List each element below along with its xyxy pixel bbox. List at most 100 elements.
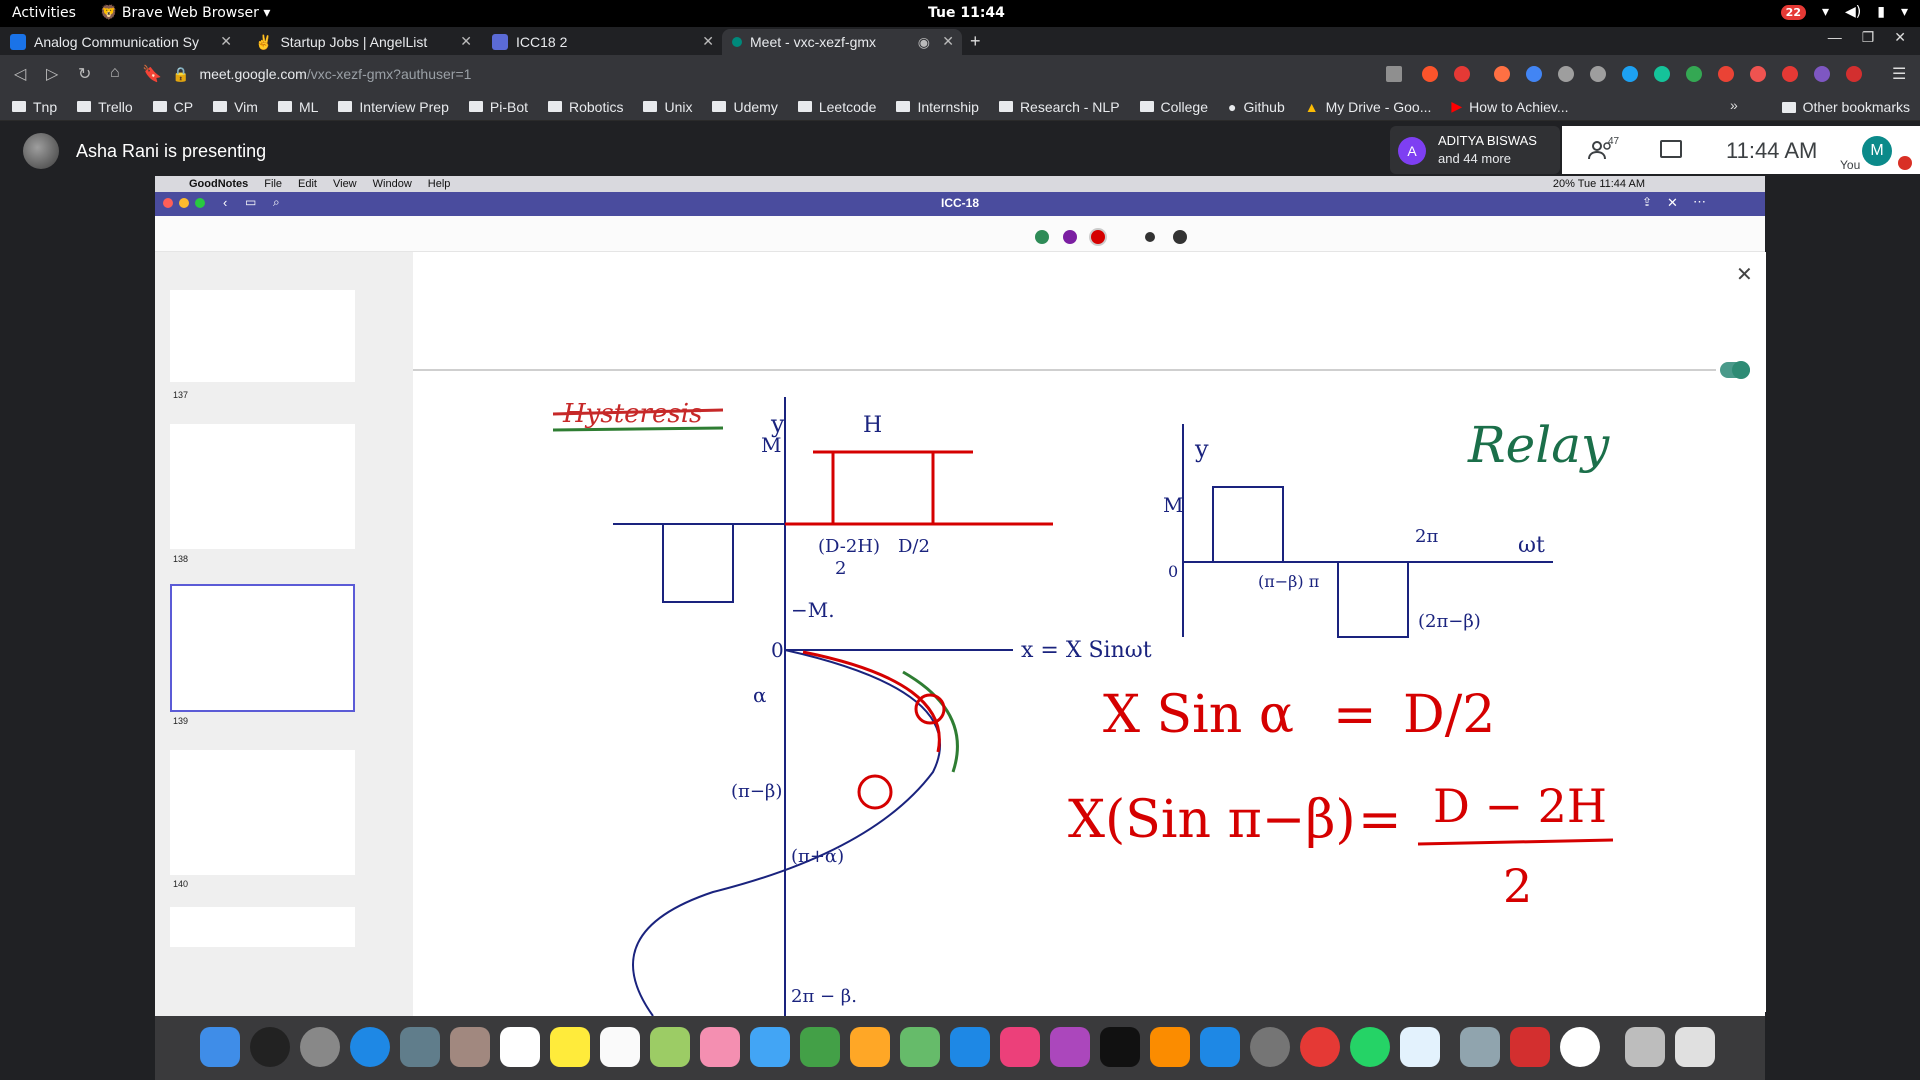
- app-menu[interactable]: 🦁 Brave Web Browser ▾: [100, 5, 270, 21]
- relay-m-label: M: [1163, 493, 1183, 517]
- bookmark-unix[interactable]: Unix: [643, 99, 692, 115]
- apple-tv-icon: [1100, 1027, 1140, 1067]
- extension-icon[interactable]: [1526, 66, 1542, 82]
- camera-icon[interactable]: [1386, 66, 1402, 82]
- close-panel-icon[interactable]: ✕: [1736, 262, 1753, 287]
- acrobat-icon: [1510, 1027, 1550, 1067]
- close-tab-icon[interactable]: ✕: [220, 33, 232, 50]
- bookmark-college[interactable]: College: [1139, 99, 1208, 115]
- minimize-icon[interactable]: —: [1828, 29, 1842, 46]
- extension-icon[interactable]: [1494, 66, 1510, 82]
- chat-icon[interactable]: [1660, 140, 1682, 158]
- mic-muted-icon: [1898, 156, 1912, 170]
- tab-meet[interactable]: Meet - vxc-xezf-gmx ◉ ✕: [722, 29, 962, 55]
- bookmark-trello[interactable]: Trello: [77, 99, 133, 115]
- page-number: 138: [173, 554, 189, 564]
- extension-icon[interactable]: [1686, 66, 1702, 82]
- bookmark-label: Github: [1243, 98, 1285, 115]
- url-host: meet.google.com: [199, 66, 307, 82]
- page-number: 137: [173, 390, 189, 400]
- bookmark-pi-bot[interactable]: Pi-Bot: [468, 99, 528, 115]
- address-bar[interactable]: 🔒 meet.google.com/vxc-xezf-gmx?authuser=…: [172, 62, 1402, 86]
- close-window-icon[interactable]: ✕: [1894, 29, 1906, 46]
- close-tab-icon[interactable]: ✕: [702, 33, 714, 50]
- extension-icon[interactable]: [1558, 66, 1574, 82]
- activities-button[interactable]: Activities: [12, 5, 76, 21]
- bookmark-icon[interactable]: 🔖: [142, 64, 162, 84]
- extension-icon[interactable]: [1718, 66, 1734, 82]
- bookmark-my-drive[interactable]: ▲ My Drive - Goo...: [1305, 99, 1432, 115]
- preview-icon: [1460, 1027, 1500, 1067]
- presenter-avatar: [23, 133, 59, 169]
- trash-icon: [1675, 1027, 1715, 1067]
- mac-menu-file: File: [264, 178, 283, 190]
- tab-icc18[interactable]: ICC18 2 ✕: [482, 29, 722, 55]
- numbers-icon: [900, 1027, 940, 1067]
- battery-icon: ▮: [1877, 4, 1885, 20]
- back-icon[interactable]: ◁: [14, 64, 26, 84]
- extension-icon[interactable]: [1846, 66, 1862, 82]
- bookmark-ml[interactable]: ML: [277, 99, 318, 115]
- bookmark-cp[interactable]: CP: [152, 99, 193, 115]
- bookmark-tnp[interactable]: Tnp: [12, 99, 57, 115]
- app-menu-label: Brave Web Browser: [121, 5, 259, 21]
- system-tray[interactable]: 22 ▾ ◀) ▮ ▾: [1780, 4, 1908, 20]
- pi-minus-beta-short-label: (π−β): [731, 781, 782, 802]
- bookmark-robotics[interactable]: Robotics: [548, 99, 623, 115]
- reload-icon[interactable]: ↻: [78, 64, 91, 84]
- browser-menu-icon[interactable]: ☰: [1892, 64, 1906, 84]
- folder-icon: [277, 101, 292, 112]
- bookmark-research-nlp[interactable]: Research - NLP: [998, 99, 1120, 115]
- bookmark-github[interactable]: ● Github: [1228, 99, 1285, 115]
- page-thumbnail: [170, 290, 355, 382]
- podcasts-icon: [1050, 1027, 1090, 1067]
- volume-icon: ◀): [1845, 4, 1862, 20]
- close-tab-icon[interactable]: ✕: [460, 33, 472, 50]
- close-tab-icon[interactable]: ✕: [942, 33, 954, 50]
- grammarly-icon[interactable]: [1622, 66, 1638, 82]
- equation-2-equals: =: [1358, 790, 1402, 850]
- mac-menu-view: View: [332, 178, 357, 190]
- bookmark-vim[interactable]: Vim: [213, 99, 258, 115]
- bookmark-leetcode[interactable]: Leetcode: [797, 99, 876, 115]
- equation-2-lhs: X(Sin π−β): [1068, 790, 1356, 850]
- input-signal-label: x = X Sinωt: [1021, 638, 1152, 663]
- presenting-banner: Asha Rani is presenting: [76, 141, 267, 161]
- bookmark-udemy[interactable]: Udemy: [712, 98, 778, 115]
- other-bookmarks[interactable]: Other bookmarks: [1781, 99, 1910, 115]
- more-bookmarks-icon[interactable]: »: [1730, 97, 1738, 113]
- bookmark-interview-prep[interactable]: Interview Prep: [338, 99, 449, 115]
- brave-shield-icon[interactable]: [1422, 66, 1438, 82]
- brave-rewards-icon[interactable]: [1454, 66, 1470, 82]
- tab-analog-communication[interactable]: Analog Communication Sy ✕: [0, 29, 240, 55]
- equation-1-rhs: D/2: [1403, 685, 1495, 745]
- grammarly-icon[interactable]: [1654, 66, 1670, 82]
- lock-icon: 🔒: [172, 65, 190, 82]
- self-avatar[interactable]: M: [1862, 136, 1892, 166]
- mac-menu-window: Window: [372, 178, 412, 190]
- m-label: M: [761, 433, 781, 457]
- youtube-icon: ▶: [1451, 98, 1463, 114]
- page-number: 140: [173, 879, 189, 889]
- h-label: H: [863, 413, 882, 438]
- bookmark-internship[interactable]: Internship: [896, 99, 979, 115]
- extension-icon[interactable]: [1750, 66, 1766, 82]
- page-thumbnail: [170, 907, 355, 947]
- extension-icon[interactable]: [1814, 66, 1830, 82]
- people-count: 47: [1608, 136, 1620, 147]
- home-icon[interactable]: ⌂: [110, 64, 120, 82]
- bookmark-how-to-achieve[interactable]: ▶ How to Achiev...: [1451, 98, 1568, 115]
- extension-icon[interactable]: [1782, 66, 1798, 82]
- bookmark-label: Udemy: [733, 98, 778, 115]
- page-number: 139: [173, 716, 189, 726]
- system-clock[interactable]: Tue 11:44: [928, 5, 1005, 21]
- restore-icon[interactable]: ❐: [1862, 29, 1875, 46]
- extension-icon[interactable]: [1590, 66, 1606, 82]
- new-tab-button[interactable]: +: [970, 31, 981, 52]
- whatsapp-icon: [1350, 1027, 1390, 1067]
- toggle-switch[interactable]: [1720, 361, 1750, 379]
- tab-angellist[interactable]: ✌ Startup Jobs | AngelList ✕: [245, 29, 480, 55]
- docs-favicon-icon: [10, 34, 26, 50]
- forward-icon[interactable]: ▷: [46, 64, 58, 84]
- mac-menu-help: Help: [427, 178, 451, 190]
